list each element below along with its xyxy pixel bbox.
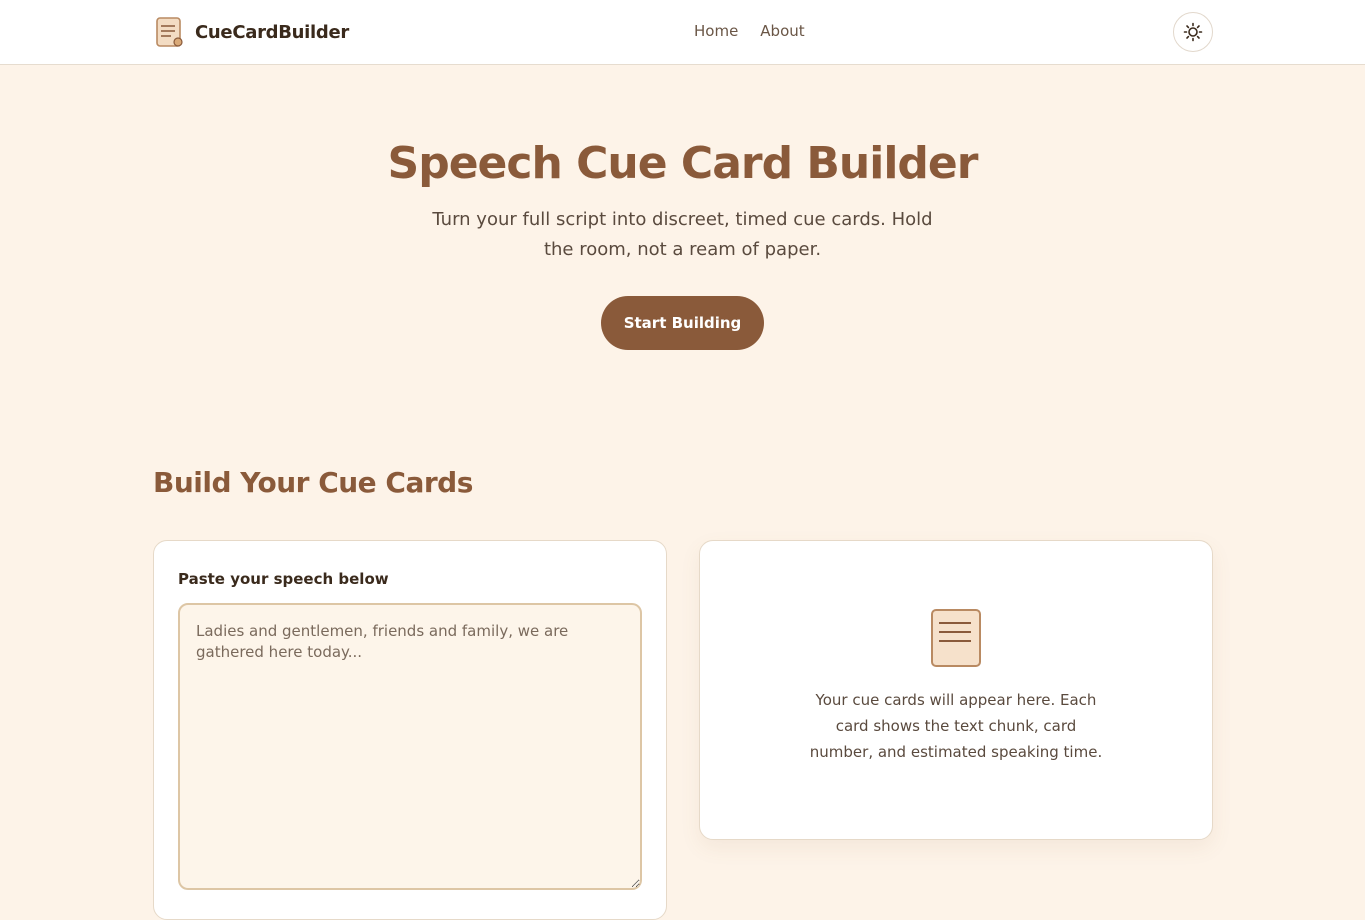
nav-link-home[interactable]: Home xyxy=(694,22,738,40)
empty-state-message: Your cue cards will appear here. Each ca… xyxy=(809,691,1103,761)
theme-toggle-button[interactable] xyxy=(1173,12,1213,52)
cue-cards-output-panel: Your cue cards will appear here. Each ca… xyxy=(699,540,1213,840)
speech-input-label: Paste your speech below xyxy=(178,570,389,588)
builder-title: Build Your Cue Cards xyxy=(153,466,473,499)
navbar: CueCardBuilder Home About xyxy=(0,0,1365,65)
sun-icon xyxy=(1183,22,1203,42)
hero-subtitle: Turn your full script into discreet, tim… xyxy=(432,209,933,260)
hero-title: Speech Cue Card Builder xyxy=(387,138,979,189)
document-icon xyxy=(931,609,981,667)
logo-document-icon xyxy=(156,17,183,47)
brand-name: CueCardBuilder xyxy=(195,21,349,43)
speech-input[interactable] xyxy=(178,603,642,890)
nav-links: Home About xyxy=(694,22,805,40)
nav-link-about[interactable]: About xyxy=(760,22,804,40)
brand-link[interactable]: CueCardBuilder xyxy=(155,16,349,48)
start-building-button[interactable]: Start Building xyxy=(601,296,764,350)
speech-input-panel: Paste your speech below xyxy=(153,540,667,920)
